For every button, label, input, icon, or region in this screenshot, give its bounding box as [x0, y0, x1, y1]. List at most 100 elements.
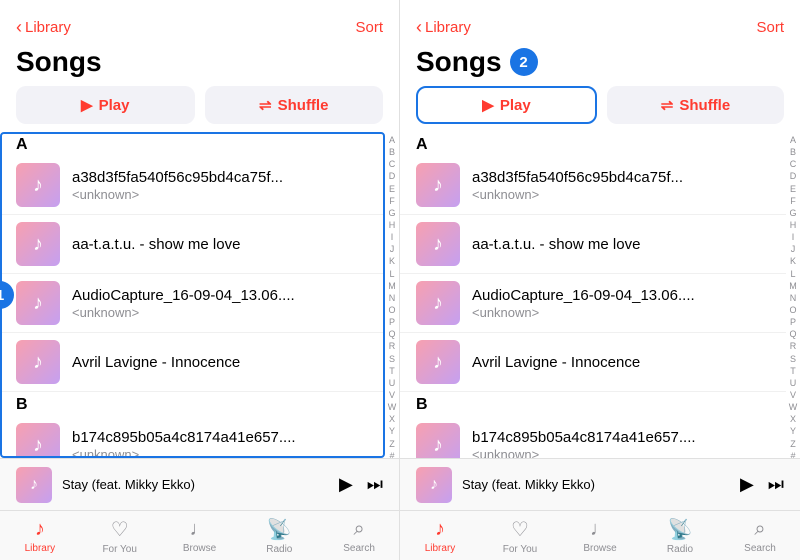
alpha-M[interactable]: M [789, 280, 797, 292]
alpha-#[interactable]: # [790, 450, 795, 458]
alpha-N[interactable]: N [790, 292, 797, 304]
alpha-S[interactable]: S [790, 353, 796, 365]
alpha-G[interactable]: G [789, 207, 796, 219]
alpha-Y[interactable]: Y [389, 425, 395, 437]
alpha-F[interactable]: F [389, 195, 395, 207]
alpha-A[interactable]: A [389, 134, 395, 146]
chevron-left-icon: ‹ [416, 18, 422, 36]
alpha-Z[interactable]: Z [790, 438, 796, 450]
now-playing-bar[interactable]: ♪ Stay (feat. Mikky Ekko) ▶ ⏭ [0, 458, 399, 510]
song-artist: <unknown> [72, 447, 369, 459]
list-item[interactable]: ♪a38d3f5fa540f56c95bd4ca75f...<unknown> [0, 156, 385, 215]
fast-forward-button[interactable]: ⏭ [768, 474, 784, 495]
alpha-R[interactable]: R [790, 340, 797, 352]
alpha-B[interactable]: B [389, 146, 395, 158]
alpha-E[interactable]: E [389, 183, 395, 195]
list-item[interactable]: ♪aa-t.a.t.u. - show me love [0, 215, 385, 274]
page-title: Songs [16, 46, 102, 78]
alpha-W[interactable]: W [789, 401, 798, 413]
tab-browse[interactable]: ♩ Browse [560, 518, 640, 554]
alpha-Q[interactable]: Q [388, 328, 395, 340]
alpha-A[interactable]: A [790, 134, 796, 146]
alpha-K[interactable]: K [790, 255, 796, 267]
alpha-R[interactable]: R [389, 340, 396, 352]
alpha-D[interactable]: D [790, 170, 797, 182]
alpha-D[interactable]: D [389, 170, 396, 182]
play-label: Play [500, 97, 531, 114]
list-item[interactable]: ♪Avril Lavigne - Innocence [400, 333, 786, 392]
alpha-P[interactable]: P [790, 316, 796, 328]
alpha-J[interactable]: J [791, 243, 796, 255]
browse-tab-icon: ♩ [590, 518, 610, 541]
alpha-V[interactable]: V [389, 389, 395, 401]
alpha-O[interactable]: O [789, 304, 796, 316]
tab-library[interactable]: ♪ Library [0, 518, 80, 554]
list-item[interactable]: ♪Avril Lavigne - Innocence [0, 333, 385, 392]
list-item[interactable]: ♪a38d3f5fa540f56c95bd4ca75f...<unknown> [400, 156, 786, 215]
sort-button[interactable]: Sort [756, 19, 784, 36]
shuffle-button[interactable]: ⇌Shuffle [205, 86, 384, 124]
alpha-T[interactable]: T [790, 365, 796, 377]
alpha-M[interactable]: M [388, 280, 396, 292]
radio-tab-label: Radio [266, 544, 292, 555]
alpha-H[interactable]: H [790, 219, 797, 231]
play-pause-button[interactable]: ▶ [740, 474, 754, 495]
library-tab-icon: ♪ [35, 518, 45, 541]
alpha-G[interactable]: G [388, 207, 395, 219]
alpha-C[interactable]: C [389, 158, 396, 170]
browse-tab-label: Browse [183, 543, 216, 554]
play-pause-button[interactable]: ▶ [339, 474, 353, 495]
list-item[interactable]: ♪AudioCapture_16-09-04_13.06....<unknown… [0, 274, 385, 333]
list-item[interactable]: ♪b174c895b05a4c8174a41e657....<unknown> [400, 416, 786, 458]
back-button[interactable]: ‹Library [16, 18, 71, 36]
list-item[interactable]: ♪AudioCapture_16-09-04_13.06....<unknown… [400, 274, 786, 333]
alpha-B[interactable]: B [790, 146, 796, 158]
tab-radio[interactable]: 📡 Radio [640, 517, 720, 555]
music-note-icon: ♪ [33, 174, 43, 197]
alpha-I[interactable]: I [391, 231, 394, 243]
alpha-U[interactable]: U [389, 377, 396, 389]
alpha-L[interactable]: L [790, 268, 795, 280]
alpha-Q[interactable]: Q [789, 328, 796, 340]
shuffle-button[interactable]: ⇌Shuffle [607, 86, 784, 124]
tab-radio[interactable]: 📡 Radio [239, 517, 319, 555]
alpha-index[interactable]: ABCDEFGHIJKLMNOPQRSTUVWXYZ# [786, 132, 800, 458]
alpha-X[interactable]: X [790, 413, 796, 425]
alpha-Z[interactable]: Z [389, 438, 395, 450]
alpha-O[interactable]: O [388, 304, 395, 316]
now-playing-bar[interactable]: ♪ Stay (feat. Mikky Ekko) ▶ ⏭ [400, 458, 800, 510]
alpha-W[interactable]: W [388, 401, 397, 413]
alpha-V[interactable]: V [790, 389, 796, 401]
alpha-E[interactable]: E [790, 183, 796, 195]
alpha-C[interactable]: C [790, 158, 797, 170]
song-info: Avril Lavigne - Innocence [472, 354, 770, 371]
back-button[interactable]: ‹Library [416, 18, 471, 36]
alpha-X[interactable]: X [389, 413, 395, 425]
alpha-T[interactable]: T [389, 365, 395, 377]
fast-forward-button[interactable]: ⏭ [367, 474, 383, 495]
alpha-I[interactable]: I [792, 231, 795, 243]
play-button[interactable]: ▶Play [16, 86, 195, 124]
alpha-#[interactable]: # [389, 450, 394, 458]
alpha-F[interactable]: F [790, 195, 796, 207]
alpha-U[interactable]: U [790, 377, 797, 389]
tab-search[interactable]: ⌕ Search [319, 518, 399, 554]
alpha-Y[interactable]: Y [790, 425, 796, 437]
tab-search[interactable]: ⌕ Search [720, 518, 800, 554]
tab-library[interactable]: ♪ Library [400, 518, 480, 554]
alpha-L[interactable]: L [389, 268, 394, 280]
play-button[interactable]: ▶Play [416, 86, 597, 124]
tab-for-you[interactable]: ♡ For You [480, 517, 560, 555]
alpha-N[interactable]: N [389, 292, 396, 304]
tab-for-you[interactable]: ♡ For You [80, 517, 160, 555]
tab-browse[interactable]: ♩ Browse [160, 518, 240, 554]
alpha-index[interactable]: ABCDEFGHIJKLMNOPQRSTUVWXYZ# [385, 132, 399, 458]
alpha-H[interactable]: H [389, 219, 396, 231]
sort-button[interactable]: Sort [355, 19, 383, 36]
alpha-S[interactable]: S [389, 353, 395, 365]
alpha-P[interactable]: P [389, 316, 395, 328]
list-item[interactable]: ♪b174c895b05a4c8174a41e657....<unknown> [0, 416, 385, 458]
alpha-K[interactable]: K [389, 255, 395, 267]
list-item[interactable]: ♪aa-t.a.t.u. - show me love [400, 215, 786, 274]
alpha-J[interactable]: J [390, 243, 395, 255]
